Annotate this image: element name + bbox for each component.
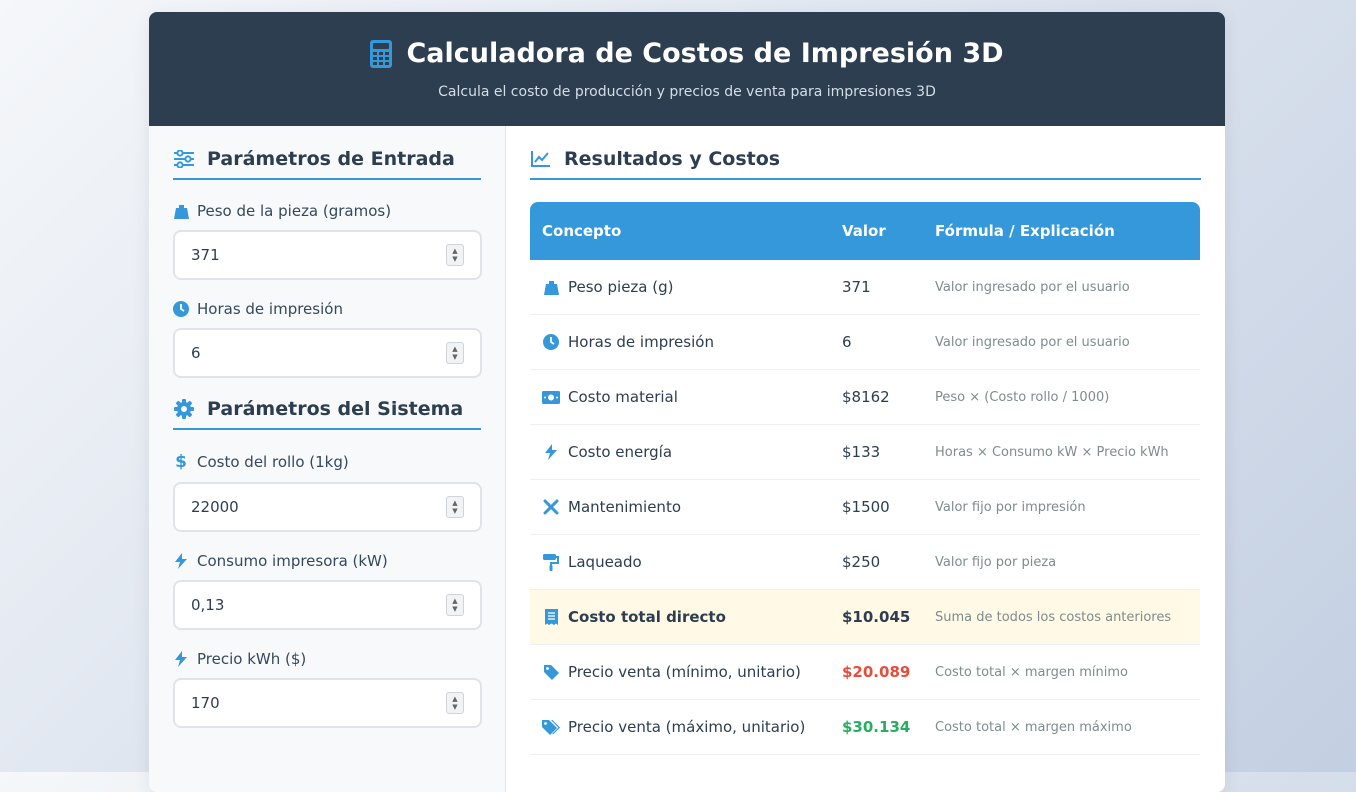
column-header-value: Valor — [830, 202, 923, 260]
roll-cost-label: Costo del rollo (1kg) — [197, 453, 349, 471]
kwh-price-input[interactable]: 170 ▲ ▼ — [173, 678, 482, 728]
roll-cost-field: $ Costo del rollo (1kg) 22000 ▲ ▼ — [173, 452, 482, 532]
kwh-price-field: Precio kWh ($) 170 ▲ ▼ — [173, 650, 482, 728]
roll-cost-input[interactable]: 22000 ▲ ▼ — [173, 482, 482, 532]
weight-input[interactable]: 371 ▲ ▼ — [173, 230, 482, 280]
table-row: Costo energía $133 Horas × Consumo kW × … — [530, 424, 1200, 480]
table-row: Mantenimiento $1500 Valor fijo por impre… — [530, 479, 1200, 535]
table-row: Costo material $8162 Peso × (Costo rollo… — [530, 369, 1200, 425]
money-icon — [542, 390, 560, 404]
bolt-icon — [173, 651, 189, 667]
line-chart-icon — [530, 150, 552, 168]
bolt-icon — [542, 444, 560, 460]
table-row: Laqueado $250 Valor fijo por pieza — [530, 534, 1200, 590]
hours-field: Horas de impresión 6 ▲ ▼ — [173, 300, 482, 378]
hours-input[interactable]: 6 ▲ ▼ — [173, 328, 482, 378]
input-section-title: Parámetros de Entrada — [173, 148, 481, 180]
column-header-concept: Concepto — [530, 202, 830, 260]
calculator-app: Calculadora de Costos de Impresión 3D Ca… — [149, 12, 1225, 792]
column-header-formula: Fórmula / Explicación — [923, 202, 1200, 260]
receipt-icon — [542, 609, 560, 625]
page-title-row: Calculadora de Costos de Impresión 3D — [149, 36, 1225, 72]
table-header-row: Concepto Valor Fórmula / Explicación — [530, 202, 1200, 260]
results-table: Concepto Valor Fórmula / Explicación Pes… — [530, 202, 1200, 755]
clock-icon — [542, 334, 560, 350]
table-row-total: Costo total directo $10.045 Suma de todo… — [530, 589, 1200, 645]
page-subtitle: Calcula el costo de producción y precios… — [438, 84, 936, 100]
table-row: Horas de impresión 6 Valor ingresado por… — [530, 314, 1200, 370]
bolt-icon — [173, 553, 189, 569]
tools-icon — [542, 499, 560, 515]
app-header: Calculadora de Costos de Impresión 3D Ca… — [149, 12, 1225, 126]
kwh-price-stepper[interactable]: ▲ ▼ — [446, 692, 464, 714]
roll-cost-stepper[interactable]: ▲ ▼ — [446, 496, 464, 518]
sliders-icon — [173, 150, 195, 168]
hours-label: Horas de impresión — [197, 300, 343, 318]
table-row: Precio venta (máximo, unitario) $30.134 … — [530, 699, 1200, 755]
printer-consumption-field: Consumo impresora (kW) 0,13 ▲ ▼ — [173, 552, 482, 630]
gear-icon — [173, 399, 195, 419]
weight-field: Peso de la pieza (gramos) 371 ▲ ▼ — [173, 202, 482, 280]
weight-icon — [542, 280, 560, 295]
results-section-title: Resultados y Costos — [530, 148, 1201, 180]
weight-label: Peso de la pieza (gramos) — [197, 202, 392, 220]
results-panel: Resultados y Costos Concepto Valor Fórmu… — [506, 126, 1225, 792]
weight-stepper[interactable]: ▲ ▼ — [446, 244, 464, 266]
clock-icon — [173, 301, 189, 317]
system-section-title: Parámetros del Sistema — [173, 398, 481, 430]
printer-consumption-label: Consumo impresora (kW) — [197, 552, 388, 570]
weight-icon — [173, 204, 189, 219]
tags-icon — [542, 719, 560, 735]
hours-stepper[interactable]: ▲ ▼ — [446, 342, 464, 364]
table-row: Peso pieza (g) 371 Valor ingresado por e… — [530, 260, 1200, 315]
calculator-icon — [370, 40, 393, 68]
parameters-panel: Parámetros de Entrada Peso de la pieza (… — [149, 126, 506, 792]
paint-roller-icon — [542, 553, 560, 571]
dollar-icon: $ — [175, 452, 187, 472]
page-title: Calculadora de Costos de Impresión 3D — [406, 38, 1004, 69]
kwh-price-label: Precio kWh ($) — [197, 650, 307, 668]
printer-consumption-input[interactable]: 0,13 ▲ ▼ — [173, 580, 482, 630]
table-row: Precio venta (mínimo, unitario) $20.089 … — [530, 644, 1200, 700]
tag-icon — [542, 664, 560, 680]
printer-consumption-stepper[interactable]: ▲ ▼ — [446, 594, 464, 616]
